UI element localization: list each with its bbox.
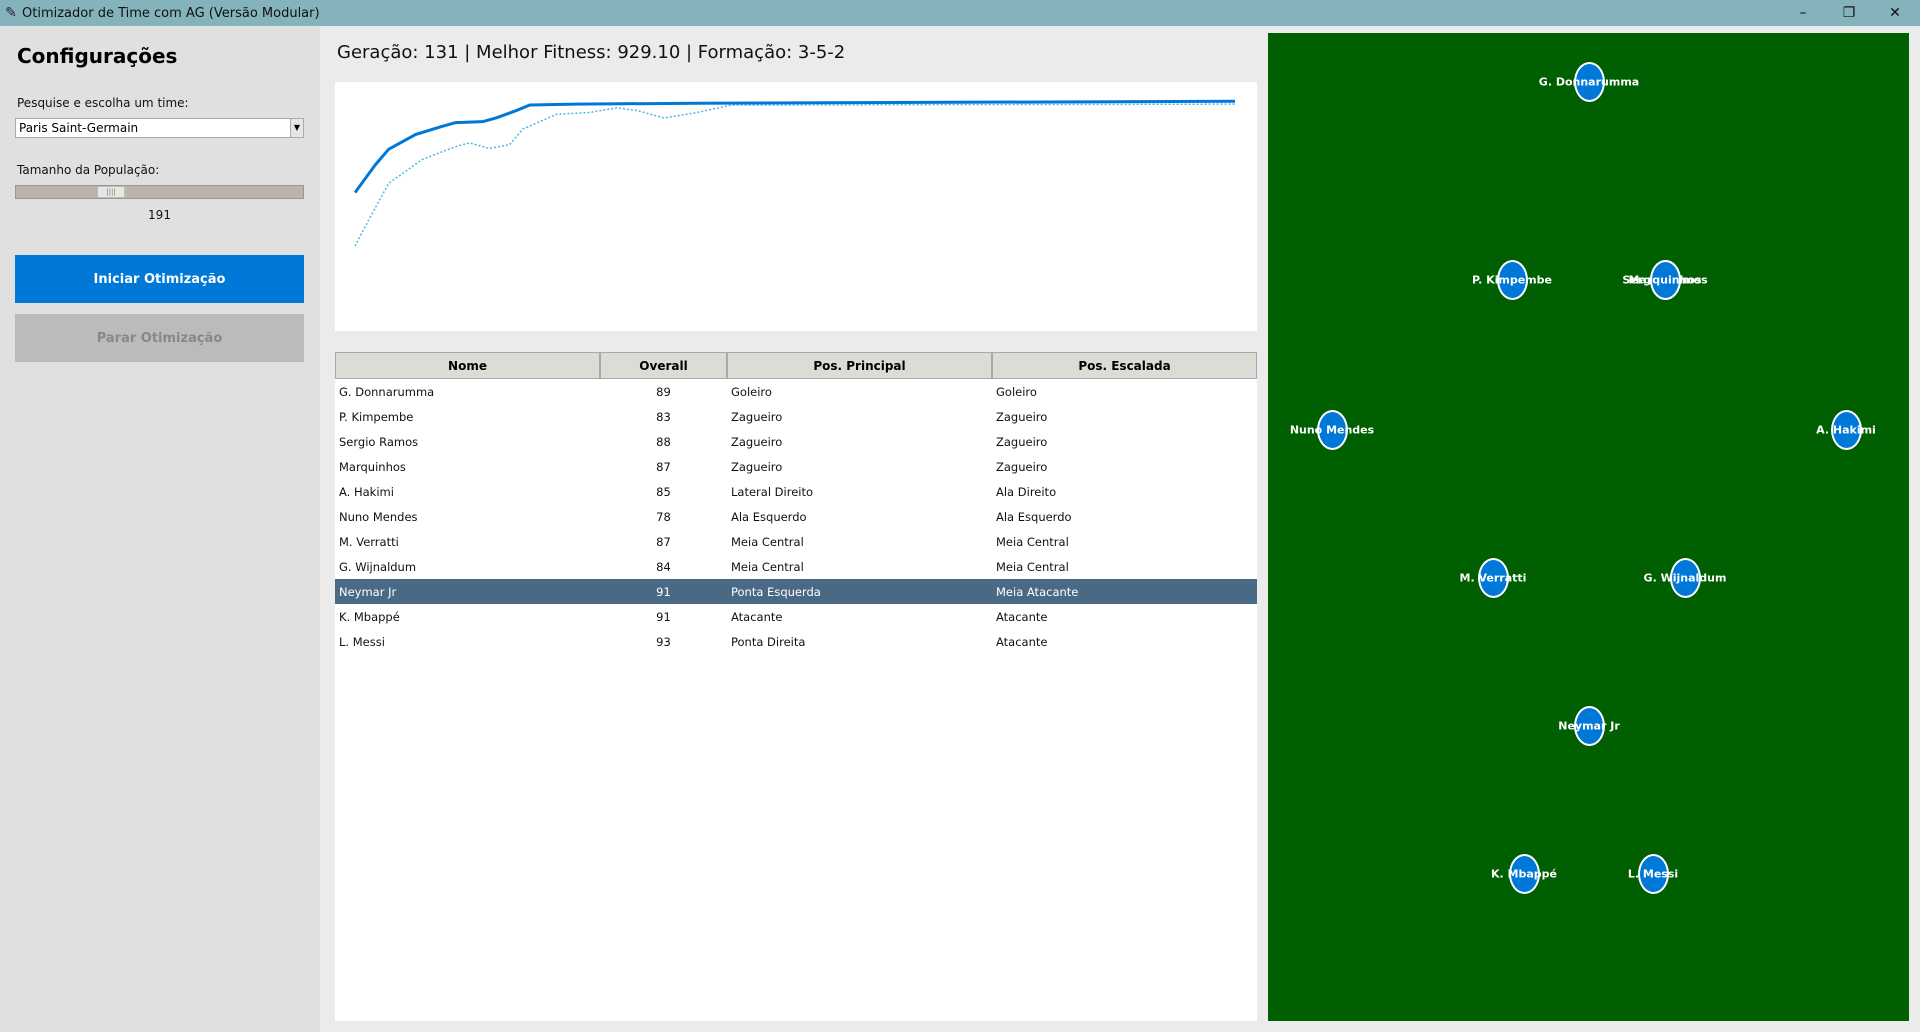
status-text: Geração: 131 | Melhor Fitness: 929.10 | … xyxy=(337,42,846,63)
team-combobox[interactable]: Paris Saint-Germain ▼ xyxy=(15,118,304,138)
population-slider[interactable]: |||| xyxy=(15,185,304,199)
player-main-position: Ponta Direita xyxy=(731,634,806,649)
header-overall[interactable]: Overall xyxy=(600,352,727,379)
player-main-position: Ala Esquerdo xyxy=(731,509,807,524)
player-marker-label: K. Mbappé xyxy=(1491,867,1557,881)
player-main-position: Goleiro xyxy=(731,384,772,399)
player-overall: 87 xyxy=(656,534,671,549)
player-assigned-position: Zagueiro xyxy=(996,434,1048,449)
settings-panel: Configurações Pesquise e escolha um time… xyxy=(0,26,320,1032)
table-row[interactable]: Sergio Ramos 88 Zagueiro Zagueiro xyxy=(335,429,1257,454)
player-overall: 78 xyxy=(656,509,671,524)
player-main-position: Zagueiro xyxy=(731,409,783,424)
player-name: M. Verratti xyxy=(339,534,399,549)
player-main-position: Ponta Esquerda xyxy=(731,584,821,599)
player-overall: 91 xyxy=(656,609,671,624)
player-assigned-position: Zagueiro xyxy=(996,409,1048,424)
player-marker-label: G. Wijnaldum xyxy=(1643,571,1727,585)
player-marker-label: Nuno Mendes xyxy=(1289,423,1375,437)
player-assigned-position: Goleiro xyxy=(996,384,1037,399)
player-assigned-position: Atacante xyxy=(996,634,1048,649)
table-row[interactable]: M. Verratti 87 Meia Central Meia Central xyxy=(335,529,1257,554)
player-name: P. Kimpembe xyxy=(339,409,414,424)
series-line-average xyxy=(354,103,1236,247)
player-marker-label: G. Donnarumma xyxy=(1538,75,1640,89)
series-line-best xyxy=(353,99,1236,194)
table-row[interactable]: P. Kimpembe 83 Zagueiro Zagueiro xyxy=(335,404,1257,429)
player-assigned-position: Atacante xyxy=(996,609,1048,624)
player-name: G. Wijnaldum xyxy=(339,559,417,574)
feather-icon: ✎ xyxy=(5,5,17,21)
player-overall: 91 xyxy=(656,584,671,599)
player-assigned-position: Meia Atacante xyxy=(996,584,1079,599)
player-overall: 88 xyxy=(656,434,671,449)
player-name: K. Mbappé xyxy=(339,609,400,624)
player-name: A. Hakimi xyxy=(339,484,394,499)
player-assigned-position: Meia Central xyxy=(996,534,1069,549)
fitness-chart-svg xyxy=(353,99,1236,247)
chevron-down-icon[interactable]: ▼ xyxy=(290,119,303,137)
slider-thumb[interactable]: |||| xyxy=(97,186,125,198)
table-row[interactable]: K. Mbappé 91 Atacante Atacante xyxy=(335,604,1257,629)
maximize-button[interactable]: ❐ xyxy=(1826,0,1872,26)
team-label: Pesquise e escolha um time: xyxy=(17,96,189,110)
header-main-position[interactable]: Pos. Principal xyxy=(727,352,992,379)
player-name: Sergio Ramos xyxy=(339,434,419,449)
player-marker-label: Marquinhos xyxy=(1628,273,1702,287)
table-header: Nome Overall Pos. Principal Pos. Escalad… xyxy=(335,352,1257,379)
player-main-position: Zagueiro xyxy=(731,459,783,474)
table-body: G. Donnarumma 89 Goleiro Goleiro P. Kimpembe… xyxy=(335,379,1257,654)
player-overall: 85 xyxy=(656,484,671,499)
player-marker-label: L. Messi xyxy=(1627,867,1679,881)
stop-optimization-button[interactable]: Parar Otimização xyxy=(15,314,304,362)
settings-heading: Configurações xyxy=(17,44,178,68)
fitness-chart xyxy=(335,82,1257,331)
football-pitch: G. Donnarumma P. Kimpembe Sergio Ramos Marq… xyxy=(1268,33,1909,1021)
player-name: L. Messi xyxy=(339,634,385,649)
player-name: Neymar Jr xyxy=(339,584,397,599)
player-marker-label: P. Kimpembe xyxy=(1472,273,1552,287)
player-assigned-position: Meia Central xyxy=(996,559,1069,574)
header-assigned-position[interactable]: Pos. Escalada xyxy=(992,352,1257,379)
player-main-position: Zagueiro xyxy=(731,434,783,449)
player-overall: 87 xyxy=(656,459,671,474)
minimize-button[interactable]: – xyxy=(1780,0,1826,26)
table-row[interactable]: G. Wijnaldum 84 Meia Central Meia Central xyxy=(335,554,1257,579)
player-overall: 84 xyxy=(656,559,671,574)
player-assigned-position: Ala Esquerdo xyxy=(996,509,1072,524)
team-value: Paris Saint-Germain xyxy=(19,121,139,135)
table-row[interactable]: L. Messi 93 Ponta Direita Atacante xyxy=(335,629,1257,654)
player-name: G. Donnarumma xyxy=(339,384,435,399)
player-overall: 93 xyxy=(656,634,671,649)
table-row[interactable]: Nuno Mendes 78 Ala Esquerdo Ala Esquerdo xyxy=(335,504,1257,529)
player-overall: 83 xyxy=(656,409,671,424)
player-name: Marquinhos xyxy=(339,459,406,474)
player-main-position: Meia Central xyxy=(731,559,804,574)
title-bar: ✎ Otimizador de Time com AG (Versão Modu… xyxy=(0,0,1920,26)
close-button[interactable]: ✕ xyxy=(1872,0,1918,26)
table-row[interactable]: G. Donnarumma 89 Goleiro Goleiro xyxy=(335,379,1257,404)
player-main-position: Meia Central xyxy=(731,534,804,549)
table-row[interactable]: Marquinhos 87 Zagueiro Zagueiro xyxy=(335,454,1257,479)
player-overall: 89 xyxy=(656,384,671,399)
player-assigned-position: Zagueiro xyxy=(996,459,1048,474)
player-marker-label: Neymar Jr xyxy=(1558,719,1620,733)
player-main-position: Lateral Direito xyxy=(731,484,814,499)
player-name: Nuno Mendes xyxy=(339,509,418,524)
table-row[interactable]: A. Hakimi 85 Lateral Direito Ala Direito xyxy=(335,479,1257,504)
population-value: 191 xyxy=(148,208,171,222)
players-table: Nome Overall Pos. Principal Pos. Escalad… xyxy=(335,352,1257,1021)
table-row[interactable]: Neymar Jr 91 Ponta Esquerda Meia Atacante xyxy=(335,579,1257,604)
player-marker-label: M. Verratti xyxy=(1459,571,1527,585)
player-main-position: Atacante xyxy=(731,609,783,624)
start-optimization-button[interactable]: Iniciar Otimização xyxy=(15,255,304,303)
header-name[interactable]: Nome xyxy=(335,352,600,379)
player-marker-label: A. Hakimi xyxy=(1816,423,1876,437)
population-label: Tamanho da População: xyxy=(17,163,160,177)
window-title: Otimizador de Time com AG (Versão Modula… xyxy=(22,5,320,21)
player-assigned-position: Ala Direito xyxy=(996,484,1057,499)
